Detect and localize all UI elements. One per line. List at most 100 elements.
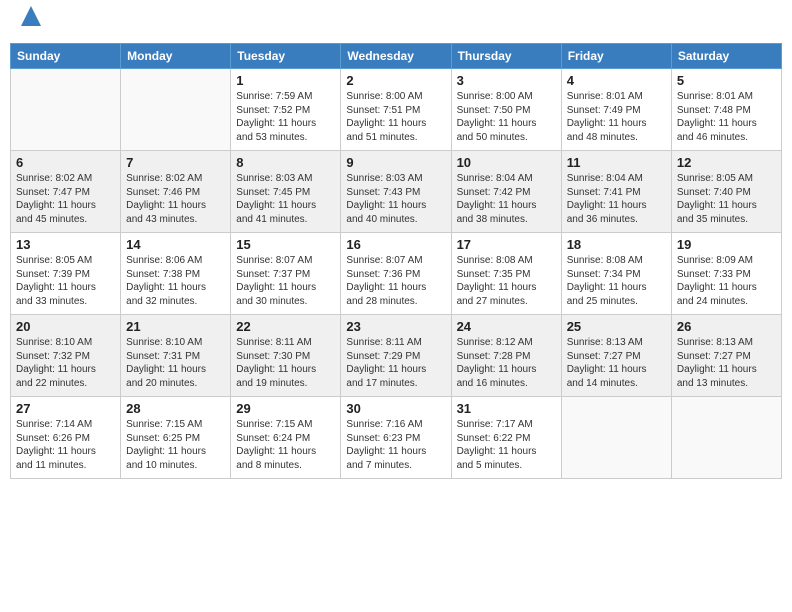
weekday-header: Sunday [11,44,121,69]
page-header [10,10,782,37]
day-number: 11 [567,155,666,170]
day-number: 22 [236,319,335,334]
calendar-cell: 4 Sunrise: 8:01 AM Sunset: 7:49 PM Daylig… [561,69,671,151]
day-number: 30 [346,401,445,416]
calendar-cell: 7 Sunrise: 8:02 AM Sunset: 7:46 PM Daylig… [121,151,231,233]
logo [18,14,41,33]
calendar-cell: 3 Sunrise: 8:00 AM Sunset: 7:50 PM Daylig… [451,69,561,151]
weekday-header: Friday [561,44,671,69]
weekday-header: Thursday [451,44,561,69]
day-number: 27 [16,401,115,416]
calendar-cell: 15 Sunrise: 8:07 AM Sunset: 7:37 PM Dayli… [231,233,341,315]
calendar-cell: 11 Sunrise: 8:04 AM Sunset: 7:41 PM Dayli… [561,151,671,233]
day-info: Sunrise: 8:06 AM Sunset: 7:38 PM Dayligh… [126,254,225,308]
day-info: Sunrise: 8:07 AM Sunset: 7:37 PM Dayligh… [236,254,335,308]
calendar-cell: 29 Sunrise: 7:15 AM Sunset: 6:24 PM Dayli… [231,397,341,479]
calendar-cell: 30 Sunrise: 7:16 AM Sunset: 6:23 PM Dayli… [341,397,451,479]
day-info: Sunrise: 7:15 AM Sunset: 6:24 PM Dayligh… [236,418,335,472]
calendar-cell [671,397,781,479]
day-number: 3 [457,73,556,88]
day-number: 13 [16,237,115,252]
day-info: Sunrise: 8:09 AM Sunset: 7:33 PM Dayligh… [677,254,776,308]
day-number: 7 [126,155,225,170]
day-number: 16 [346,237,445,252]
day-number: 31 [457,401,556,416]
calendar-week-row: 20 Sunrise: 8:10 AM Sunset: 7:32 PM Dayli… [11,315,782,397]
day-info: Sunrise: 8:11 AM Sunset: 7:29 PM Dayligh… [346,336,445,390]
day-number: 23 [346,319,445,334]
calendar-cell: 24Sunrise: 8:12 AM Sunset: 7:28 PM Dayli… [451,315,561,397]
calendar-cell: 20 Sunrise: 8:10 AM Sunset: 7:32 PM Dayli… [11,315,121,397]
calendar-week-row: 27Sunrise: 7:14 AM Sunset: 6:26 PM Dayli… [11,397,782,479]
calendar-week-row: 1 Sunrise: 7:59 AM Sunset: 7:52 PM Daylig… [11,69,782,151]
calendar-cell: 23 Sunrise: 8:11 AM Sunset: 7:29 PM Dayli… [341,315,451,397]
calendar-cell: 12Sunrise: 8:05 AM Sunset: 7:40 PM Dayli… [671,151,781,233]
day-number: 6 [16,155,115,170]
day-info: Sunrise: 7:59 AM Sunset: 7:52 PM Dayligh… [236,90,335,144]
day-number: 19 [677,237,776,252]
calendar-cell: 25 Sunrise: 8:13 AM Sunset: 7:27 PM Dayli… [561,315,671,397]
day-info: Sunrise: 8:08 AM Sunset: 7:34 PM Dayligh… [567,254,666,308]
day-info: Sunrise: 8:00 AM Sunset: 7:50 PM Dayligh… [457,90,556,144]
day-number: 2 [346,73,445,88]
day-info: Sunrise: 8:02 AM Sunset: 7:47 PM Dayligh… [16,172,115,226]
day-info: Sunrise: 8:02 AM Sunset: 7:46 PM Dayligh… [126,172,225,226]
calendar-cell: 26 Sunrise: 8:13 AM Sunset: 7:27 PM Dayli… [671,315,781,397]
day-number: 15 [236,237,335,252]
day-info: Sunrise: 8:13 AM Sunset: 7:27 PM Dayligh… [567,336,666,390]
day-number: 20 [16,319,115,334]
day-number: 26 [677,319,776,334]
calendar-cell [11,69,121,151]
day-info: Sunrise: 8:13 AM Sunset: 7:27 PM Dayligh… [677,336,776,390]
day-info: Sunrise: 7:16 AM Sunset: 6:23 PM Dayligh… [346,418,445,472]
day-number: 5 [677,73,776,88]
calendar-cell [561,397,671,479]
calendar-cell: 8 Sunrise: 8:03 AM Sunset: 7:45 PM Daylig… [231,151,341,233]
day-info: Sunrise: 8:07 AM Sunset: 7:36 PM Dayligh… [346,254,445,308]
calendar-cell: 21Sunrise: 8:10 AM Sunset: 7:31 PM Dayli… [121,315,231,397]
day-info: Sunrise: 8:11 AM Sunset: 7:30 PM Dayligh… [236,336,335,390]
day-info: Sunrise: 8:05 AM Sunset: 7:40 PM Dayligh… [677,172,776,226]
calendar-cell: 17Sunrise: 8:08 AM Sunset: 7:35 PM Dayli… [451,233,561,315]
calendar-cell: 31 Sunrise: 7:17 AM Sunset: 6:22 PM Dayli… [451,397,561,479]
day-info: Sunrise: 8:01 AM Sunset: 7:49 PM Dayligh… [567,90,666,144]
calendar-table: SundayMondayTuesdayWednesdayThursdayFrid… [10,43,782,479]
day-info: Sunrise: 8:04 AM Sunset: 7:41 PM Dayligh… [567,172,666,226]
calendar-week-row: 6 Sunrise: 8:02 AM Sunset: 7:47 PM Daylig… [11,151,782,233]
weekday-header: Wednesday [341,44,451,69]
calendar-cell: 18Sunrise: 8:08 AM Sunset: 7:34 PM Dayli… [561,233,671,315]
day-info: Sunrise: 7:15 AM Sunset: 6:25 PM Dayligh… [126,418,225,472]
day-number: 17 [457,237,556,252]
calendar-cell: 22 Sunrise: 8:11 AM Sunset: 7:30 PM Dayli… [231,315,341,397]
day-number: 25 [567,319,666,334]
day-number: 14 [126,237,225,252]
calendar-cell: 27Sunrise: 7:14 AM Sunset: 6:26 PM Dayli… [11,397,121,479]
calendar-week-row: 13 Sunrise: 8:05 AM Sunset: 7:39 PM Dayli… [11,233,782,315]
day-number: 21 [126,319,225,334]
calendar-cell: 1 Sunrise: 7:59 AM Sunset: 7:52 PM Daylig… [231,69,341,151]
day-info: Sunrise: 8:10 AM Sunset: 7:32 PM Dayligh… [16,336,115,390]
day-info: Sunrise: 8:03 AM Sunset: 7:45 PM Dayligh… [236,172,335,226]
day-info: Sunrise: 8:05 AM Sunset: 7:39 PM Dayligh… [16,254,115,308]
calendar-cell: 9 Sunrise: 8:03 AM Sunset: 7:43 PM Daylig… [341,151,451,233]
weekday-header: Monday [121,44,231,69]
day-info: Sunrise: 7:17 AM Sunset: 6:22 PM Dayligh… [457,418,556,472]
day-info: Sunrise: 8:00 AM Sunset: 7:51 PM Dayligh… [346,90,445,144]
day-number: 8 [236,155,335,170]
day-number: 1 [236,73,335,88]
calendar-cell: 16 Sunrise: 8:07 AM Sunset: 7:36 PM Dayli… [341,233,451,315]
calendar-cell: 6 Sunrise: 8:02 AM Sunset: 7:47 PM Daylig… [11,151,121,233]
day-number: 28 [126,401,225,416]
weekday-header-row: SundayMondayTuesdayWednesdayThursdayFrid… [11,44,782,69]
day-info: Sunrise: 8:12 AM Sunset: 7:28 PM Dayligh… [457,336,556,390]
day-info: Sunrise: 8:03 AM Sunset: 7:43 PM Dayligh… [346,172,445,226]
day-number: 4 [567,73,666,88]
calendar-cell: 19 Sunrise: 8:09 AM Sunset: 7:33 PM Dayli… [671,233,781,315]
day-number: 29 [236,401,335,416]
calendar-cell: 28 Sunrise: 7:15 AM Sunset: 6:25 PM Dayli… [121,397,231,479]
day-number: 9 [346,155,445,170]
logo-icon [21,6,41,28]
weekday-header: Tuesday [231,44,341,69]
calendar-cell: 14 Sunrise: 8:06 AM Sunset: 7:38 PM Dayli… [121,233,231,315]
calendar-cell: 2 Sunrise: 8:00 AM Sunset: 7:51 PM Daylig… [341,69,451,151]
